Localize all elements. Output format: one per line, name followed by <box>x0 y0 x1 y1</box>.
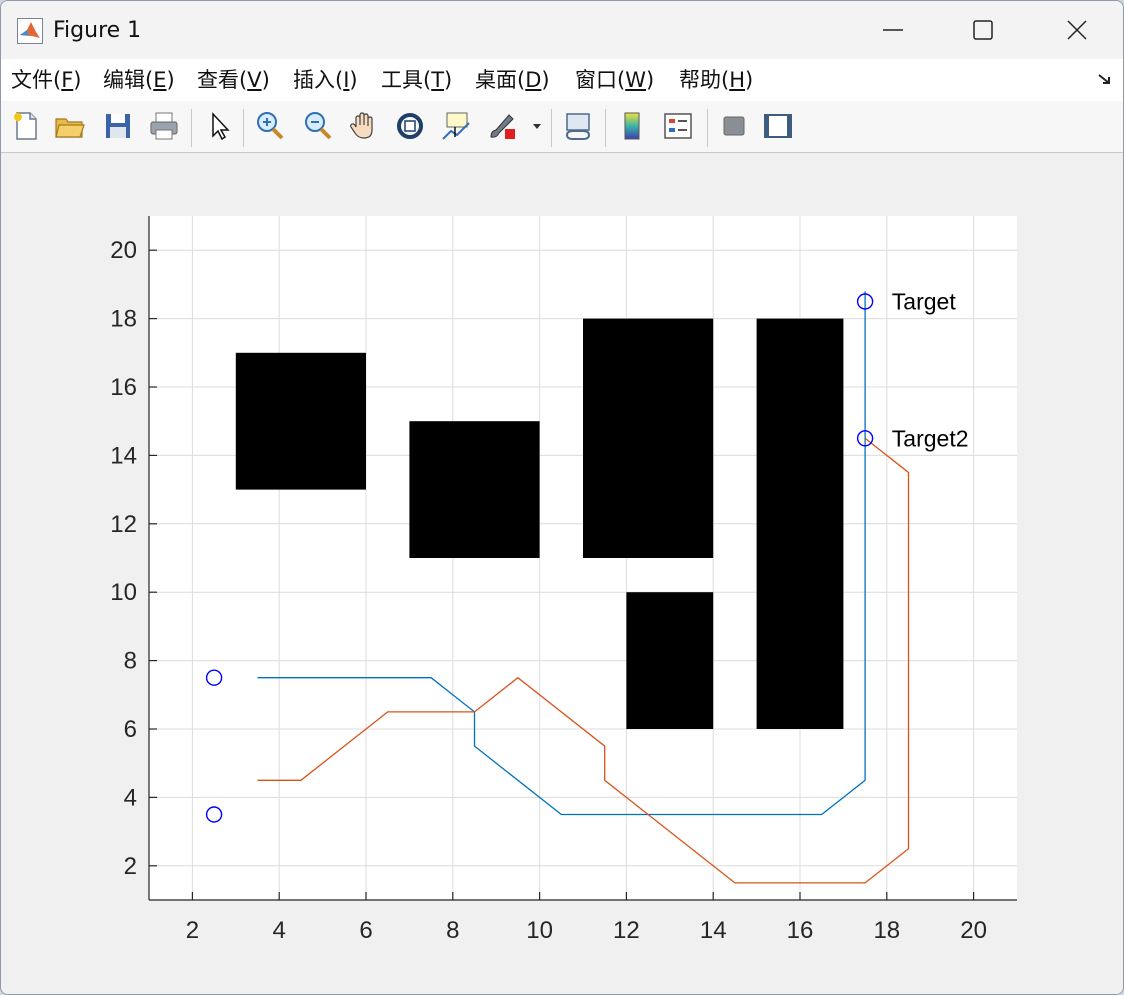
x-tick-label: 4 <box>273 917 286 944</box>
y-tick-label: 8 <box>124 648 137 675</box>
menu-bar: 文件(F) 编辑(E) 查看(V) 插入(I) 工具(T) 桌面(D) 窗口(W… <box>1 59 1123 102</box>
open-folder-icon[interactable] <box>53 109 87 143</box>
annotation-label: Target2 <box>892 425 969 451</box>
brush-icon[interactable] <box>485 109 519 143</box>
menu-view[interactable]: 查看(V) <box>197 66 270 94</box>
maximize-button[interactable] <box>937 1 1029 59</box>
x-tick-label: 6 <box>359 917 372 944</box>
obstacle-block <box>235 352 366 490</box>
matlab-logo-icon <box>17 18 43 44</box>
toolbar-separator <box>191 109 192 147</box>
print-icon[interactable] <box>147 109 181 143</box>
menu-desktop[interactable]: 桌面(D) <box>475 66 550 94</box>
y-tick-label: 6 <box>124 716 137 743</box>
x-tick-label: 2 <box>186 917 199 944</box>
hide-plot-tools-icon[interactable] <box>717 109 751 143</box>
undock-arrow-icon[interactable] <box>1097 72 1113 88</box>
colorbar-icon[interactable] <box>615 109 649 143</box>
toolbar-separator <box>707 109 708 147</box>
annotation-label: Target <box>892 289 957 315</box>
y-tick-label: 12 <box>110 511 137 538</box>
zoom-in-icon[interactable] <box>253 109 287 143</box>
new-figure-icon[interactable] <box>9 109 43 143</box>
minimize-icon <box>883 29 903 31</box>
figure-window: Figure 1 文件(F) 编辑(E) 查看(V) 插入(I) 工具(T) 桌… <box>0 0 1124 995</box>
toolbar-separator <box>605 109 606 147</box>
menu-tools[interactable]: 工具(T) <box>381 66 452 94</box>
close-icon <box>1067 20 1087 40</box>
brush-dropdown-icon[interactable] <box>527 109 547 143</box>
x-tick-label: 16 <box>787 917 814 944</box>
obstacle-block <box>409 421 540 558</box>
legend-icon[interactable] <box>661 109 695 143</box>
menu-file[interactable]: 文件(F) <box>11 66 82 94</box>
y-tick-label: 18 <box>110 306 137 333</box>
rotate-3d-icon[interactable] <box>393 109 427 143</box>
show-plot-tools-icon[interactable] <box>761 109 795 143</box>
toolbar-separator <box>243 109 244 147</box>
obstacle-block <box>626 592 714 729</box>
toolbar-separator <box>551 109 552 147</box>
title-bar[interactable]: Figure 1 <box>1 1 1123 59</box>
obstacle-block <box>756 318 844 729</box>
save-icon[interactable] <box>101 109 135 143</box>
pan-hand-icon[interactable] <box>347 109 381 143</box>
x-tick-label: 8 <box>446 917 459 944</box>
close-button[interactable] <box>1031 1 1123 59</box>
y-tick-label: 10 <box>110 579 137 606</box>
y-tick-label: 16 <box>110 374 137 401</box>
menu-edit[interactable]: 编辑(E) <box>103 66 175 94</box>
select-arrow-icon[interactable] <box>203 109 237 143</box>
y-tick-label: 2 <box>124 853 137 880</box>
x-tick-label: 20 <box>960 917 987 944</box>
y-tick-label: 14 <box>110 442 137 469</box>
minimize-button[interactable] <box>847 1 939 59</box>
figure-toolbar <box>1 101 1123 153</box>
y-tick-label: 20 <box>110 237 137 264</box>
data-cursor-icon[interactable] <box>439 109 473 143</box>
zoom-out-icon[interactable] <box>301 109 335 143</box>
x-tick-label: 18 <box>873 917 900 944</box>
obstacle-block <box>583 318 714 558</box>
figure-canvas: Target Target2 2 4 6 8 10 12 14 16 18 20 2 4 6 8 10 12 14 1… <box>1 153 1123 994</box>
link-plot-icon[interactable] <box>561 109 595 143</box>
maximize-icon <box>973 20 993 40</box>
menu-window[interactable]: 窗口(W) <box>575 66 654 94</box>
x-tick-label: 10 <box>526 917 553 944</box>
axes-chart[interactable]: Target Target2 2 4 6 8 10 12 14 16 18 20 2 4 6 8 10 12 14 1… <box>1 153 1123 994</box>
y-tick-label: 4 <box>124 784 137 811</box>
window-title: Figure 1 <box>53 18 142 43</box>
menu-insert[interactable]: 插入(I) <box>293 66 358 94</box>
menu-help[interactable]: 帮助(H) <box>679 66 753 94</box>
x-tick-label: 12 <box>613 917 640 944</box>
x-tick-label: 14 <box>700 917 727 944</box>
